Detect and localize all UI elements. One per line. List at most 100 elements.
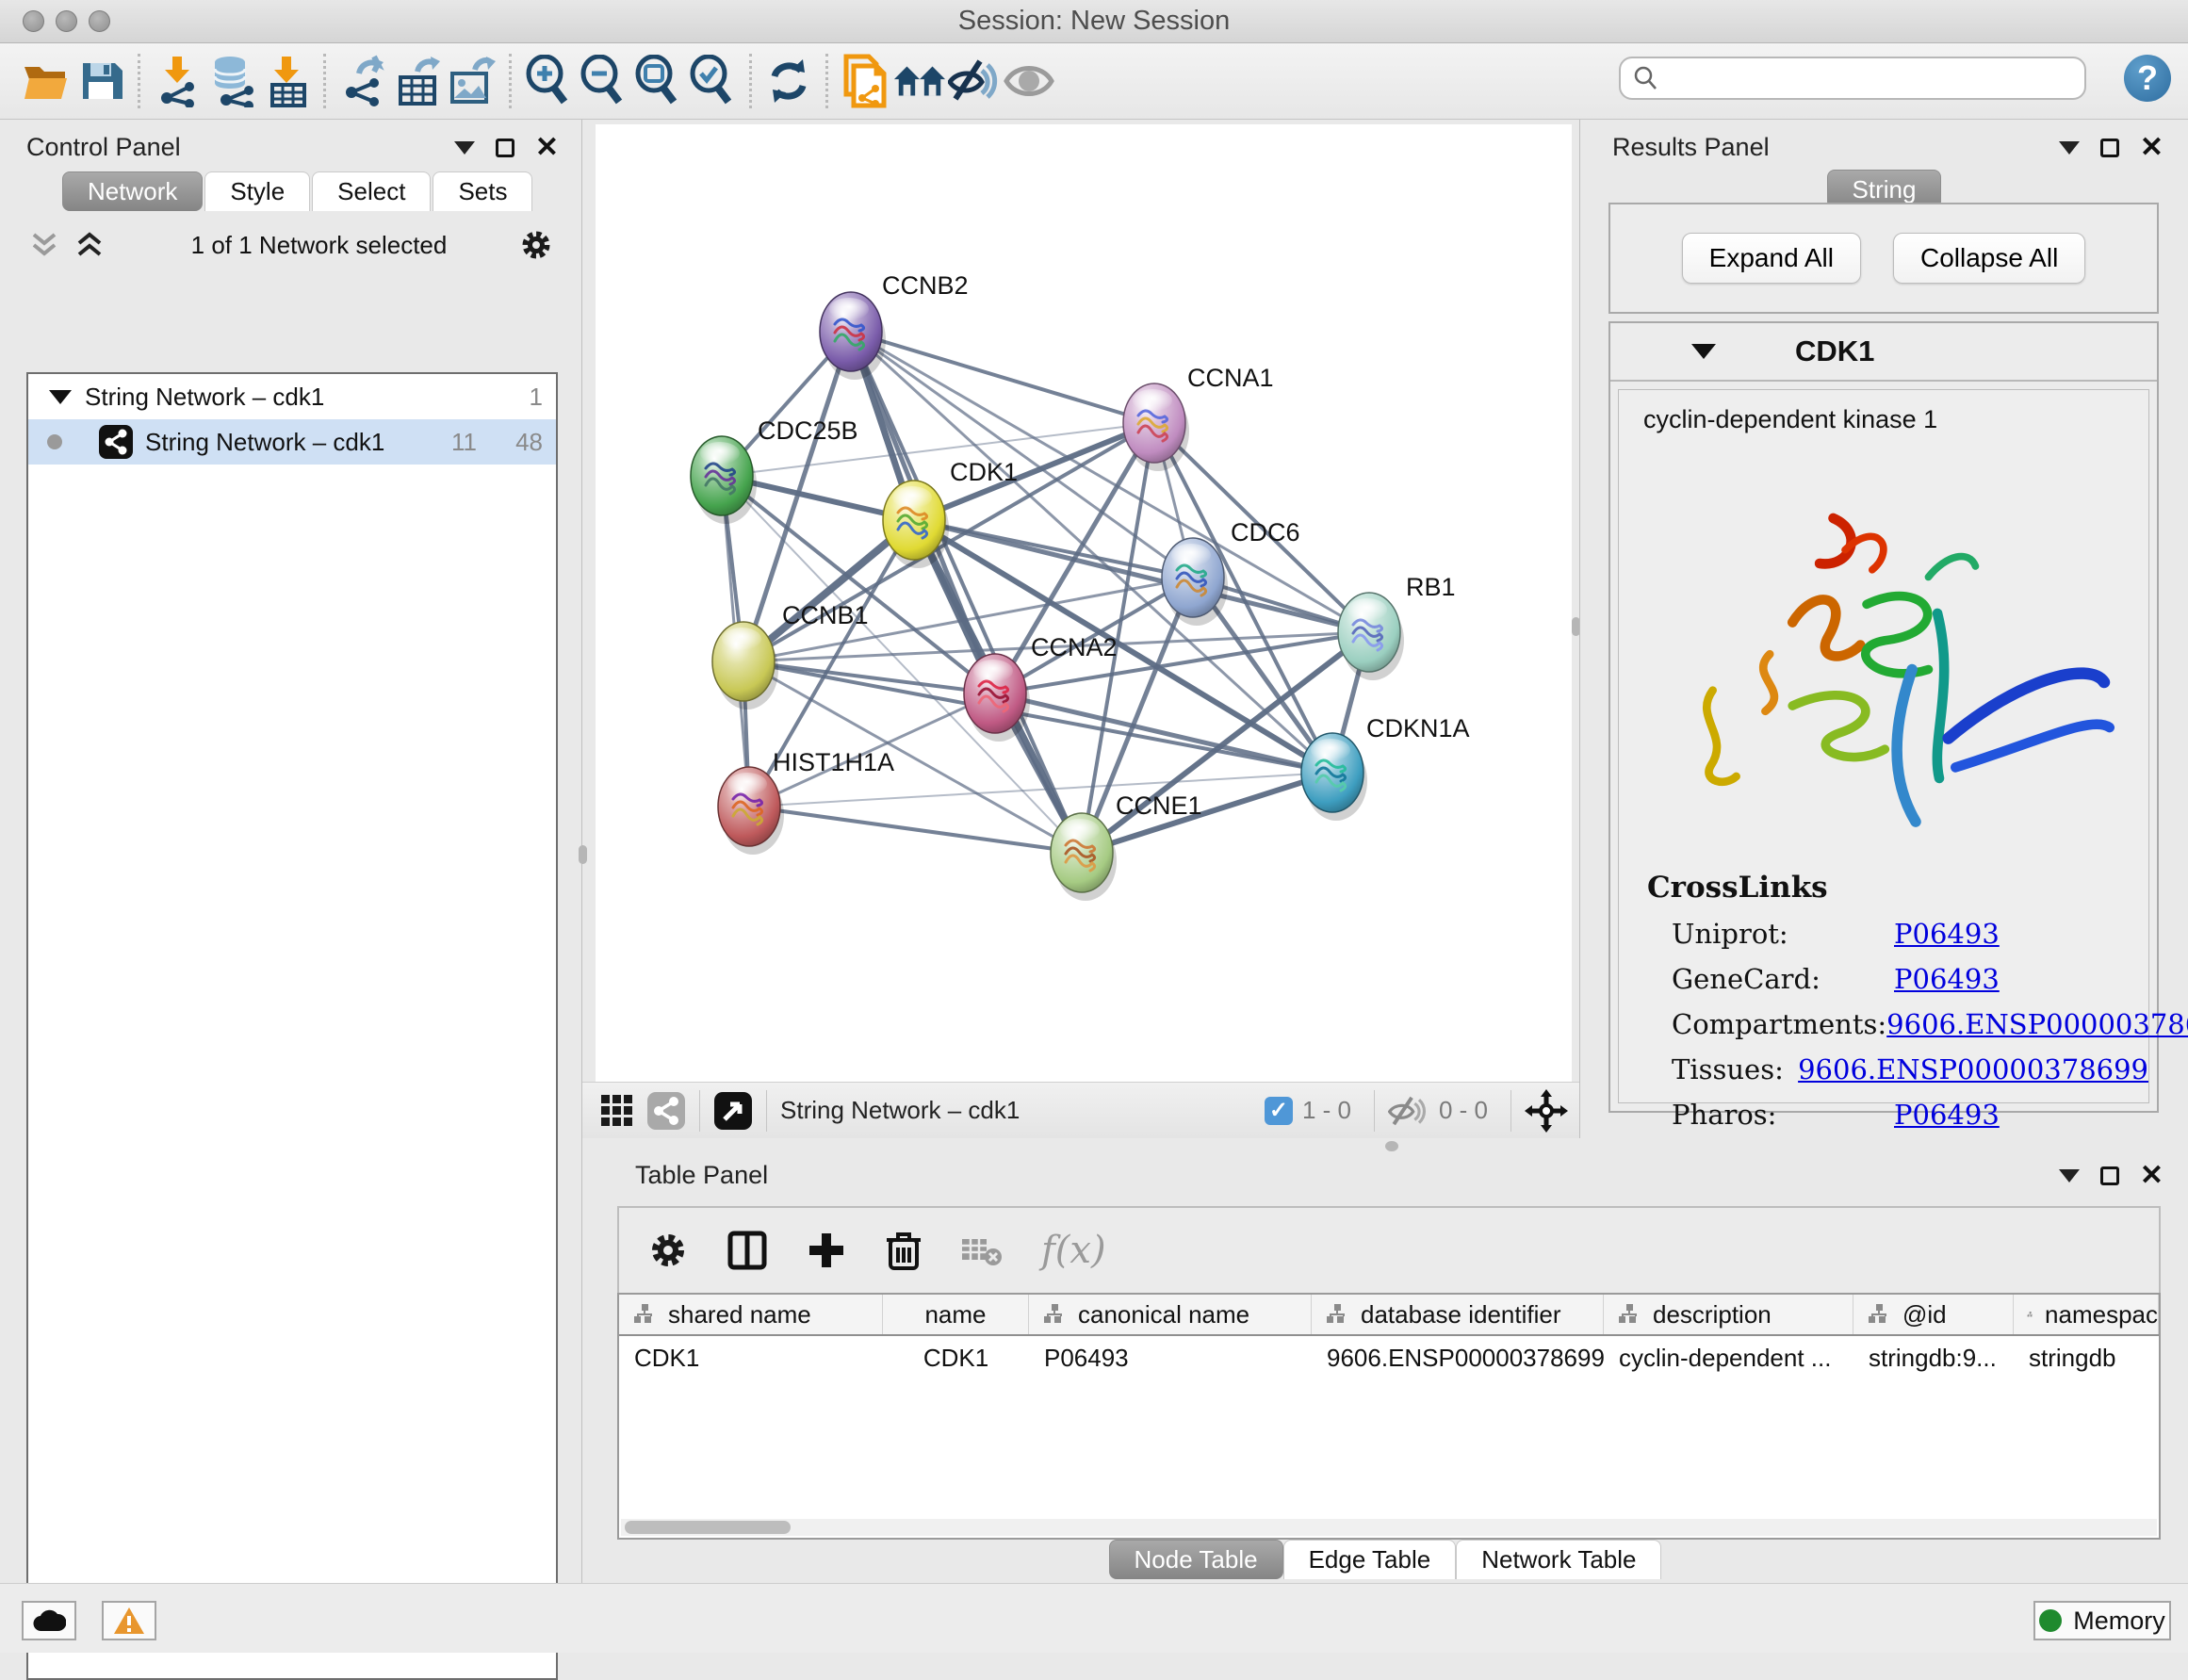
network-badge-icon[interactable] <box>646 1091 686 1131</box>
cell-description[interactable]: cyclin-dependent ... <box>1604 1344 1853 1373</box>
table-gear-icon[interactable] <box>647 1230 689 1271</box>
first-neighbors-icon[interactable] <box>892 54 947 108</box>
crosslink-link[interactable]: P06493 <box>1894 1099 2000 1131</box>
edge-count: 48 <box>477 428 543 457</box>
selected-indicator-checkbox[interactable]: ✓ <box>1265 1097 1293 1125</box>
tab-node-table[interactable]: Node Table <box>1109 1540 1283 1579</box>
birds-eye-view-icon[interactable] <box>713 1091 753 1131</box>
table-horizontal-scrollbar[interactable] <box>621 1519 2157 1536</box>
node-CCNE1[interactable]: CCNE1 <box>1051 791 1202 901</box>
memory-button[interactable]: Memory <box>2033 1601 2171 1640</box>
panel-float-icon[interactable] <box>2100 1166 2119 1185</box>
apply-layout-icon[interactable] <box>761 54 816 108</box>
panel-close-icon[interactable]: ✕ <box>2140 1166 2164 1185</box>
add-column-icon[interactable] <box>806 1230 847 1271</box>
table-row[interactable]: CDK1CDK1P064939606.ENSP00000378699cyclin… <box>619 1336 2159 1379</box>
panel-menu-icon[interactable] <box>454 141 475 155</box>
cell-shared-name[interactable]: CDK1 <box>619 1344 883 1373</box>
edge-HIST1H1A-CCNE1[interactable] <box>749 807 1082 853</box>
export-network-icon[interactable] <box>335 54 390 108</box>
zoom-out-icon[interactable] <box>576 54 630 108</box>
cell-canonical-name[interactable]: P06493 <box>1029 1344 1312 1373</box>
crosslink-link[interactable]: P06493 <box>1894 963 2000 995</box>
horizontal-splitter[interactable] <box>582 1138 2188 1153</box>
tab-sets[interactable]: Sets <box>433 171 532 211</box>
node-CCNA1[interactable]: CCNA1 <box>1123 364 1274 471</box>
zoom-fit-icon[interactable] <box>630 54 685 108</box>
network-collection-row[interactable]: String Network – cdk1 1 <box>28 374 556 419</box>
panel-close-icon[interactable]: ✕ <box>535 139 559 157</box>
maximize-window-icon[interactable] <box>89 10 110 32</box>
cell-database-identifier[interactable]: 9606.ENSP00000378699 <box>1312 1344 1604 1373</box>
crosslink-link[interactable]: P06493 <box>1894 918 2000 950</box>
show-all-icon[interactable] <box>1002 54 1056 108</box>
import-table-icon[interactable] <box>259 54 314 108</box>
tab-network-table[interactable]: Network Table <box>1456 1540 1661 1579</box>
cell-namespac[interactable]: stringdb <box>2014 1344 2159 1373</box>
crosslink-link[interactable]: 9606.ENSP00000378699 <box>1798 1053 2148 1085</box>
collapse-all-icon[interactable] <box>28 231 60 259</box>
cell-name[interactable]: CDK1 <box>883 1344 1029 1373</box>
help-icon[interactable]: ? <box>2124 55 2171 102</box>
edge-CCNB2-RB1[interactable] <box>851 332 1369 632</box>
grid-view-icon[interactable] <box>597 1091 637 1131</box>
gene-section-header[interactable]: CDK1 <box>1610 323 2157 382</box>
panel-menu-icon[interactable] <box>2059 1169 2080 1183</box>
tab-network[interactable]: Network <box>62 171 203 211</box>
minimize-window-icon[interactable] <box>56 10 77 32</box>
edge-CCNB2-CCNA1[interactable] <box>851 332 1154 423</box>
pan-crosshair-icon[interactable] <box>1525 1089 1568 1133</box>
node-RB1[interactable]: RB1 <box>1338 573 1456 680</box>
warnings-button[interactable] <box>102 1601 156 1640</box>
panel-float-icon[interactable] <box>496 139 514 157</box>
delete-column-icon[interactable] <box>885 1229 923 1272</box>
column-header-canonical-name[interactable]: canonical name <box>1029 1295 1312 1334</box>
column-header-namespac[interactable]: namespac <box>2014 1295 2159 1334</box>
export-image-icon[interactable] <box>445 54 499 108</box>
expand-all-button[interactable]: Expand All <box>1682 233 1861 284</box>
delete-table-icon <box>960 1233 1004 1267</box>
scrollbar-thumb[interactable] <box>625 1521 791 1534</box>
collapse-all-button[interactable]: Collapse All <box>1893 233 2085 284</box>
import-network-icon[interactable] <box>150 54 204 108</box>
network-row[interactable]: String Network – cdk1 11 48 <box>28 419 556 465</box>
node-CDKN1A[interactable]: CDKN1A <box>1301 714 1470 821</box>
section-expander-icon[interactable] <box>1691 344 1716 359</box>
search-input[interactable] <box>1660 64 2066 93</box>
edge-CDK1-RB1[interactable] <box>914 520 1369 632</box>
tab-style[interactable]: Style <box>204 171 310 211</box>
tab-select[interactable]: Select <box>312 171 431 211</box>
zoom-selected-icon[interactable] <box>685 54 740 108</box>
node-label-CDK1: CDK1 <box>950 458 1018 486</box>
cloud-status-button[interactable] <box>22 1601 76 1640</box>
save-session-icon[interactable] <box>73 54 128 108</box>
hide-selected-icon[interactable] <box>947 54 1002 108</box>
tree-expander-icon[interactable] <box>49 390 72 404</box>
zoom-in-icon[interactable] <box>521 54 576 108</box>
memory-label: Memory <box>2073 1607 2165 1636</box>
close-window-icon[interactable] <box>23 10 44 32</box>
column-header-@id[interactable]: @id <box>1853 1295 2014 1334</box>
column-header-database-identifier[interactable]: database identifier <box>1312 1295 1604 1334</box>
network-canvas[interactable]: CCNB2CCNA1CDC25BCDK1CDC6RB1CCNB1CCNA2CDK… <box>596 124 1572 1082</box>
select-columns-icon[interactable] <box>727 1230 768 1271</box>
crosslink-link[interactable]: 9606.ENSP00000378699 <box>1886 1008 2188 1040</box>
hidden-items-icon <box>1388 1094 1429 1128</box>
clone-network-icon[interactable] <box>838 54 892 108</box>
panel-float-icon[interactable] <box>2100 139 2119 157</box>
panel-menu-icon[interactable] <box>2059 141 2080 155</box>
column-header-name[interactable]: name <box>883 1295 1029 1334</box>
column-header-shared-name[interactable]: shared name <box>619 1295 883 1334</box>
left-splitter-grip[interactable] <box>579 845 587 864</box>
panel-close-icon[interactable]: ✕ <box>2140 139 2164 157</box>
column-header-description[interactable]: description <box>1604 1295 1853 1334</box>
gear-icon[interactable] <box>519 228 553 262</box>
network-selection-status: 1 of 1 Network selected <box>119 231 519 260</box>
cell-@id[interactable]: stringdb:9... <box>1853 1344 2014 1373</box>
import-network-from-database-icon[interactable] <box>204 54 259 108</box>
tab-edge-table[interactable]: Edge Table <box>1283 1540 1457 1579</box>
open-file-icon[interactable] <box>19 54 73 108</box>
expand-all-icon[interactable] <box>73 231 106 259</box>
export-table-icon[interactable] <box>390 54 445 108</box>
edge-CCNB1-CCNA2[interactable] <box>743 661 995 693</box>
